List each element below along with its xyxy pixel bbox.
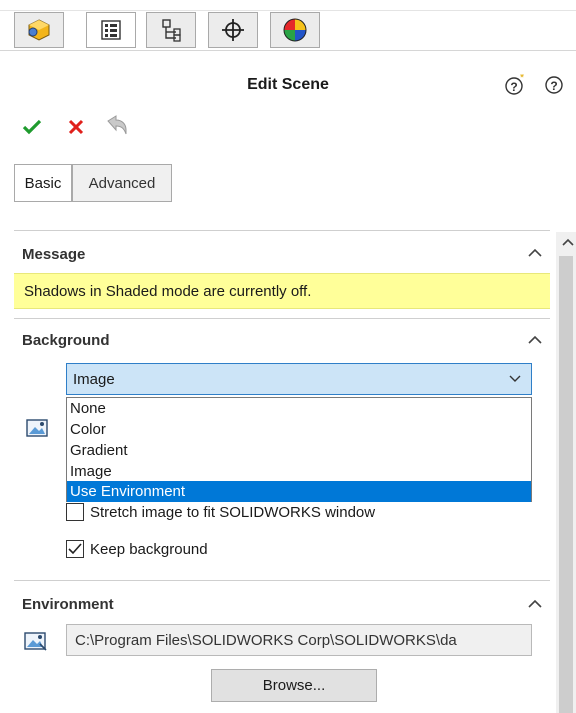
tab-configuration-manager[interactable]	[146, 12, 196, 48]
svg-text:?: ?	[550, 79, 557, 93]
background-type-select[interactable]: Image	[66, 363, 532, 395]
collapse-message-icon[interactable]	[528, 245, 542, 261]
collapse-environment-icon[interactable]	[528, 596, 542, 612]
divider	[14, 318, 550, 319]
help-icon[interactable]: ?	[544, 74, 564, 99]
background-section-title: Background	[22, 332, 110, 349]
message-text: Shadows in Shaded mode are currently off…	[24, 282, 312, 300]
tab-advanced[interactable]: Advanced	[72, 164, 172, 202]
scroll-up-icon[interactable]	[562, 234, 574, 250]
dimxpert-manager-icon	[222, 19, 244, 41]
display-manager-icon	[283, 18, 307, 42]
dropdown-option-image[interactable]: Image	[67, 461, 531, 482]
message-box: Shadows in Shaded mode are currently off…	[14, 273, 550, 309]
dropdown-option-color[interactable]: Color	[67, 419, 531, 440]
dropdown-option-gradient[interactable]: Gradient	[67, 440, 531, 461]
property-manager-icon	[101, 20, 121, 40]
environment-path-field[interactable]: C:\Program Files\SOLIDWORKS Corp\SOLIDWO…	[66, 624, 532, 656]
svg-text:?: ?	[510, 80, 517, 94]
dropdown-option-use-environment[interactable]: Use Environment	[67, 481, 531, 502]
select-value: Image	[73, 370, 115, 388]
whats-new-help-icon[interactable]: ? *	[504, 72, 526, 101]
tab-basic[interactable]: Basic	[14, 164, 72, 202]
ok-button[interactable]	[22, 118, 42, 140]
tab-property-manager[interactable]	[86, 12, 136, 48]
stretch-image-checkbox[interactable]	[66, 503, 84, 521]
tab-dimxpert-manager[interactable]	[208, 12, 258, 48]
page-title: Edit Scene	[247, 76, 329, 93]
dropdown-option-none[interactable]: None	[67, 398, 531, 419]
keep-background-option[interactable]: Keep background	[66, 540, 208, 558]
configuration-manager-icon	[162, 19, 181, 42]
background-image-icon	[26, 418, 48, 442]
environment-path-value: C:\Program Files\SOLIDWORKS Corp\SOLIDWO…	[75, 631, 457, 649]
keep-background-checkbox[interactable]	[66, 540, 84, 558]
scrollbar-thumb[interactable]	[559, 256, 573, 713]
divider	[14, 580, 550, 581]
close-icon	[68, 119, 84, 135]
chevron-down-icon	[509, 375, 521, 382]
collapse-background-icon[interactable]	[528, 332, 542, 348]
tab-display-manager[interactable]	[270, 12, 320, 48]
environment-image-icon	[24, 630, 48, 656]
check-icon	[68, 543, 82, 555]
undo-icon	[107, 115, 127, 135]
check-icon	[22, 119, 42, 135]
environment-section-title: Environment	[22, 596, 114, 613]
divider	[14, 230, 550, 231]
tab-feature-manager[interactable]	[14, 12, 64, 48]
feature-manager-icon	[28, 19, 50, 41]
svg-text:*: *	[520, 74, 525, 84]
keep-background-label: Keep background	[90, 540, 208, 558]
stretch-image-label: Stretch image to fit SOLIDWORKS window	[90, 503, 376, 521]
divider	[0, 10, 576, 11]
stretch-image-option[interactable]: Stretch image to fit SOLIDWORKS window	[66, 503, 375, 521]
cancel-button[interactable]	[68, 119, 84, 139]
undo-button[interactable]	[104, 113, 130, 141]
message-section-title: Message	[22, 246, 86, 263]
background-type-dropdown: None Color Gradient Image Use Environmen…	[66, 397, 532, 502]
browse-button[interactable]: Browse...	[211, 669, 377, 702]
